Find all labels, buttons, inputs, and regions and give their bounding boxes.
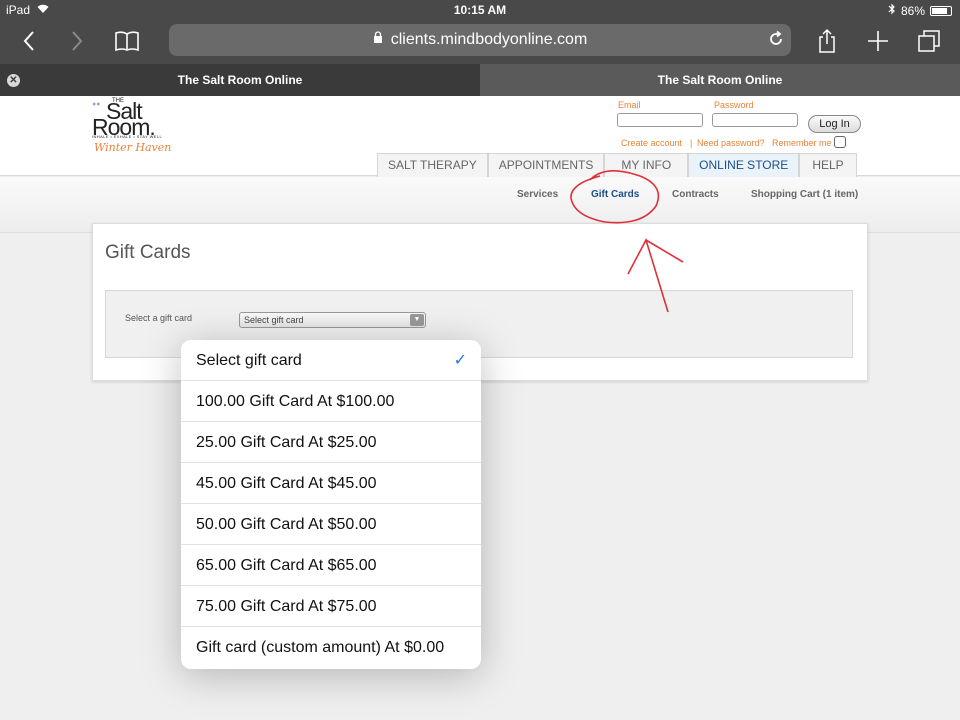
option-label: 25.00 Gift Card At $25.00 (196, 434, 377, 451)
password-field[interactable] (712, 113, 798, 127)
chevron-down-icon: ▼ (410, 314, 424, 326)
tab-help[interactable]: HELP (799, 153, 857, 177)
reload-icon[interactable] (767, 30, 785, 53)
tab-title: The Salt Room Online (177, 73, 303, 87)
chevron-left-icon (23, 31, 34, 51)
link-separator: | (690, 138, 693, 148)
tabs-icon (918, 30, 940, 52)
logo-city: Winter Haven (94, 141, 172, 154)
subnav-contracts[interactable]: Contracts (672, 189, 719, 200)
page-title: Gift Cards (105, 242, 191, 263)
logo-dots: ●● (92, 101, 101, 108)
remember-me-label: Remember me (772, 138, 832, 148)
option-gift-card-custom[interactable]: Gift card (custom amount) At $0.00 (181, 627, 481, 668)
status-bar: iPad 10:15 AM 86% (0, 0, 960, 20)
close-icon[interactable]: ✕ (7, 74, 20, 87)
subnav-services[interactable]: Services (517, 189, 558, 200)
email-field[interactable] (617, 113, 703, 127)
tab-bar: ✕ The Salt Room Online The Salt Room Onl… (0, 64, 960, 96)
bluetooth-icon (888, 3, 896, 18)
share-button[interactable] (810, 26, 844, 56)
battery-icon (930, 5, 952, 16)
tab-salt-therapy[interactable]: SALT THERAPY (377, 153, 488, 177)
tab-title: The Salt Room Online (657, 73, 783, 87)
option-gift-card-45[interactable]: 45.00 Gift Card At $45.00 (181, 463, 481, 504)
password-label: Password (714, 100, 754, 110)
url-text: clients.mindbodyonline.com (390, 31, 588, 48)
login-button[interactable]: Log In (808, 115, 861, 133)
checkmark-icon: ✓ (453, 352, 467, 369)
address-bar[interactable]: clients.mindbodyonline.com (169, 24, 791, 56)
option-label: 100.00 Gift Card At $100.00 (196, 393, 395, 410)
option-label: 75.00 Gift Card At $75.00 (196, 598, 377, 615)
plus-icon (868, 31, 888, 51)
lock-icon (373, 31, 383, 49)
subnav-gift-cards[interactable]: Gift Cards (591, 189, 639, 200)
bookmarks-button[interactable] (110, 26, 144, 56)
main-nav: SALT THERAPY APPOINTMENTS MY INFO ONLINE… (377, 153, 857, 177)
logo-tagline: INHALE • EXHALE • STAY WELL (92, 134, 163, 139)
option-label: 45.00 Gift Card At $45.00 (196, 475, 377, 492)
book-icon (115, 31, 139, 52)
tab-2[interactable]: The Salt Room Online (480, 64, 960, 96)
select-value: Select gift card (244, 315, 304, 325)
tab-appointments[interactable]: APPOINTMENTS (487, 153, 605, 177)
chevron-right-icon (72, 31, 83, 51)
option-gift-card-100[interactable]: 100.00 Gift Card At $100.00 (181, 381, 481, 422)
option-gift-card-25[interactable]: 25.00 Gift Card At $25.00 (181, 422, 481, 463)
option-label: 50.00 Gift Card At $50.00 (196, 516, 377, 533)
gift-card-select[interactable]: Select gift card ▼ (239, 312, 426, 328)
tabs-button[interactable] (912, 26, 946, 56)
tab-online-store[interactable]: ONLINE STORE (688, 153, 800, 177)
option-gift-card-75[interactable]: 75.00 Gift Card At $75.00 (181, 586, 481, 627)
email-label: Email (618, 100, 641, 110)
option-label: Gift card (custom amount) At $0.00 (196, 639, 445, 656)
login-form: Email Password Log In Create account | N… (616, 100, 866, 150)
option-gift-card-50[interactable]: 50.00 Gift Card At $50.00 (181, 504, 481, 545)
clock: 10:15 AM (453, 3, 507, 17)
subnav-shopping-cart[interactable]: Shopping Cart (1 item) (751, 189, 858, 200)
back-button[interactable] (12, 26, 46, 56)
option-gift-card-65[interactable]: 65.00 Gift Card At $65.00 (181, 545, 481, 586)
create-account-link[interactable]: Create account (621, 138, 682, 148)
remember-me-checkbox[interactable] (834, 136, 846, 148)
option-label: 65.00 Gift Card At $65.00 (196, 557, 377, 574)
site-header: ●● THE Salt Room. INHALE • EXHALE • STAY… (0, 96, 960, 177)
gift-card-dropdown: Select gift card ✓ 100.00 Gift Card At $… (181, 340, 481, 669)
site-logo[interactable]: ●● THE Salt Room. INHALE • EXHALE • STAY… (90, 98, 180, 156)
share-icon (819, 28, 835, 53)
tab-my-info[interactable]: MY INFO (604, 153, 689, 177)
tab-1[interactable]: ✕ The Salt Room Online (0, 64, 480, 96)
new-tab-button[interactable] (861, 26, 895, 56)
option-label: Select gift card (196, 352, 302, 369)
forward-button[interactable] (60, 26, 94, 56)
battery-percent: 86% (900, 3, 925, 18)
browser-toolbar: clients.mindbodyonline.com (0, 20, 960, 64)
need-password-link[interactable]: Need password? (697, 138, 765, 148)
select-gift-card-label: Select a gift card (125, 313, 193, 323)
option-select-gift-card[interactable]: Select gift card ✓ (181, 340, 481, 381)
